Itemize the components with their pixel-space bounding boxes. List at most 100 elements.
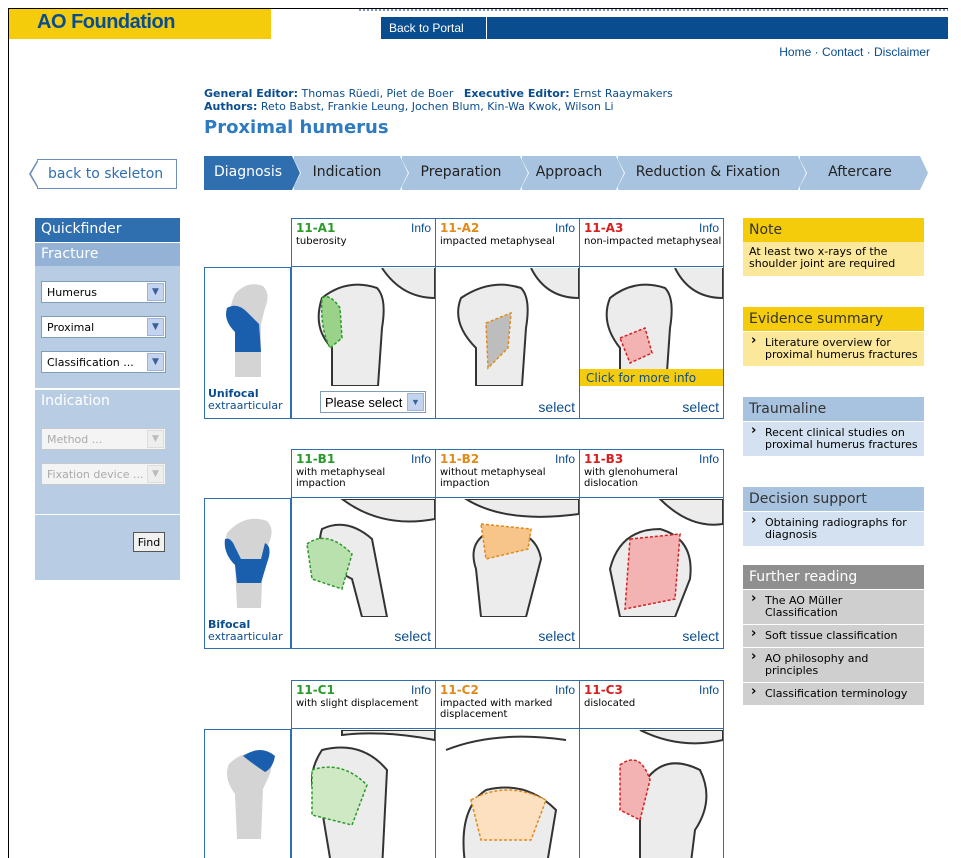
classification-select[interactable]: Classification ... ▼ (41, 351, 166, 373)
fracture-image (292, 730, 435, 858)
tab-indication[interactable]: Indication (294, 156, 409, 190)
tab-approach[interactable]: Approach (522, 156, 625, 190)
select-link[interactable]: select (394, 628, 431, 644)
contact-link[interactable]: Contact (822, 45, 863, 59)
bone-select-value: Humerus (47, 286, 97, 299)
fixation-device-select[interactable]: Fixation device ... ▼ (41, 463, 166, 485)
evidence-title: Evidence summary (743, 307, 924, 331)
select-link[interactable]: select (538, 399, 575, 415)
chevron-down-icon: ▼ (147, 353, 164, 371)
please-select-dropdown[interactable]: Please select ▼ (320, 391, 426, 413)
info-link[interactable]: Info (699, 452, 719, 466)
info-link[interactable]: Info (699, 683, 719, 697)
logo-foundation-text: Foundation (71, 11, 175, 33)
method-select-value: Method ... (47, 433, 103, 446)
cell-header: 11-C1 Info with slight displacement (292, 681, 435, 729)
info-link[interactable]: Info (411, 221, 431, 235)
tab-reduction-fixation[interactable]: Reduction & Fixation (618, 156, 807, 190)
cell-11-c1[interactable]: 11-C1 Info with slight displacement (291, 680, 436, 858)
info-link[interactable]: Info (555, 683, 575, 697)
select-link[interactable]: select (682, 628, 719, 644)
fracture-desc: without metaphyseal impaction (440, 467, 546, 489)
decision-support-link[interactable]: Obtaining radiographs for diagnosis (743, 511, 924, 546)
decision-support-title: Decision support (743, 487, 924, 511)
fracture-desc: non-impacted metaphyseal (584, 236, 722, 247)
info-link[interactable]: Info (699, 221, 719, 235)
back-to-skeleton-button[interactable]: back to skeleton (29, 159, 177, 189)
cell-11-c2[interactable]: 11-C2 Info impacted with marked displace… (435, 680, 580, 858)
fracture-image (436, 499, 579, 617)
cell-11-b3[interactable]: 11-B3 Info with glenohumeral dislocation… (579, 449, 724, 649)
evidence-link[interactable]: Literature overview for proximal humerus… (743, 331, 924, 366)
fracture-desc: impacted metaphyseal (440, 236, 555, 247)
humerus-bifocal-icon (224, 518, 272, 608)
evidence-panel: Evidence summary Literature overview for… (743, 307, 924, 366)
top-links: Home · Contact · Disclaimer (779, 45, 930, 59)
general-editor: Thomas Rüedi, Piet de Boer (301, 87, 454, 100)
chevron-down-icon: ▼ (147, 318, 164, 336)
further-reading-link[interactable]: Soft tissue classification (743, 624, 924, 647)
cell-11-a2[interactable]: 11-A2 Info impacted metaphyseal select (435, 218, 580, 419)
home-link[interactable]: Home (779, 45, 811, 59)
cell-header: 11-B3 Info with glenohumeral dislocation (580, 450, 723, 498)
further-reading-link[interactable]: AO philosophy and principles (743, 647, 924, 682)
fracture-image (580, 499, 723, 617)
fracture-image: Click for more info (580, 268, 723, 386)
further-reading-link[interactable]: Classification terminology (743, 682, 924, 705)
chevron-down-icon: ▼ (147, 283, 164, 301)
traumaline-panel: Traumaline Recent clinical studies on pr… (743, 397, 924, 456)
classification-select-value: Classification ... (47, 356, 134, 369)
cell-header: 11-A2 Info impacted metaphyseal (436, 219, 579, 267)
info-link[interactable]: Info (555, 452, 575, 466)
note-title: Note (743, 218, 924, 242)
fracture-desc: impacted with marked displacement (440, 698, 553, 720)
fracture-image (580, 730, 723, 858)
traumaline-link[interactable]: Recent clinical studies on proximal hume… (743, 421, 924, 456)
ao-foundation-logo[interactable]: AO Foundation (9, 9, 271, 39)
cell-11-a3[interactable]: 11-A3 Info non-impacted metaphyseal Clic… (579, 218, 724, 419)
step-navigation: Diagnosis Indication Preparation Approac… (204, 156, 929, 190)
cell-11-b1[interactable]: 11-B1 Info with metaphyseal impaction se… (291, 449, 436, 649)
info-link[interactable]: Info (555, 221, 575, 235)
tab-diagnosis[interactable]: Diagnosis (204, 156, 301, 190)
fracture-desc: with metaphyseal impaction (296, 467, 386, 489)
fracture-desc: with slight displacement (296, 698, 419, 709)
info-link[interactable]: Info (411, 683, 431, 697)
back-to-portal-link[interactable]: Back to Portal (381, 17, 487, 39)
tab-preparation[interactable]: Preparation (402, 156, 529, 190)
fracture-code: 11-C1 (296, 683, 335, 697)
row-unifocal-thumb: Unifocal extraarticular (204, 267, 291, 419)
more-info-banner[interactable]: Click for more info (580, 369, 723, 386)
bone-select[interactable]: Humerus ▼ (41, 281, 166, 303)
quickfinder-title: Quickfinder (35, 218, 180, 242)
disclaimer-link[interactable]: Disclaimer (874, 45, 930, 59)
indication-heading: Indication (35, 389, 180, 413)
editors-block: General Editor: Thomas Rüedi, Piet de Bo… (204, 87, 673, 113)
select-link[interactable]: select (538, 628, 575, 644)
cell-11-a1[interactable]: 11-A1 Info tuberosity Please select ▼ (291, 218, 436, 419)
info-link[interactable]: Info (411, 452, 431, 466)
further-reading-title: Further reading (743, 565, 924, 589)
note-panel: Note At least two x-rays of the shoulder… (743, 218, 924, 276)
fracture-code: 11-A2 (440, 221, 480, 235)
select-link[interactable]: select (682, 399, 719, 415)
fracture-image (292, 499, 435, 617)
find-button[interactable]: Find (133, 532, 165, 552)
divider (35, 514, 180, 515)
fracture-heading: Fracture (35, 242, 180, 266)
cell-header: 11-C3 Info dislocated (580, 681, 723, 729)
cell-11-c3[interactable]: 11-C3 Info dislocated (579, 680, 724, 858)
region-select[interactable]: Proximal ▼ (41, 316, 166, 338)
further-reading-link[interactable]: The AO Müller Classification (743, 589, 924, 624)
tab-label: Indication (312, 164, 382, 180)
cell-11-b2[interactable]: 11-B2 Info without metaphyseal impaction… (435, 449, 580, 649)
tab-aftercare[interactable]: Aftercare (800, 156, 928, 190)
method-select[interactable]: Method ... ▼ (41, 428, 166, 450)
row-bifocal-thumb: Bifocal extraarticular (204, 498, 291, 649)
tab-label: Aftercare (828, 164, 892, 180)
logo-ao-text: AO (37, 11, 67, 33)
cell-header: 11-C2 Info impacted with marked displace… (436, 681, 579, 729)
fracture-image (436, 268, 579, 386)
page-frame: AO Foundation Back to Portal Home · Cont… (8, 8, 948, 858)
executive-editor-label: Executive Editor: (463, 87, 570, 100)
